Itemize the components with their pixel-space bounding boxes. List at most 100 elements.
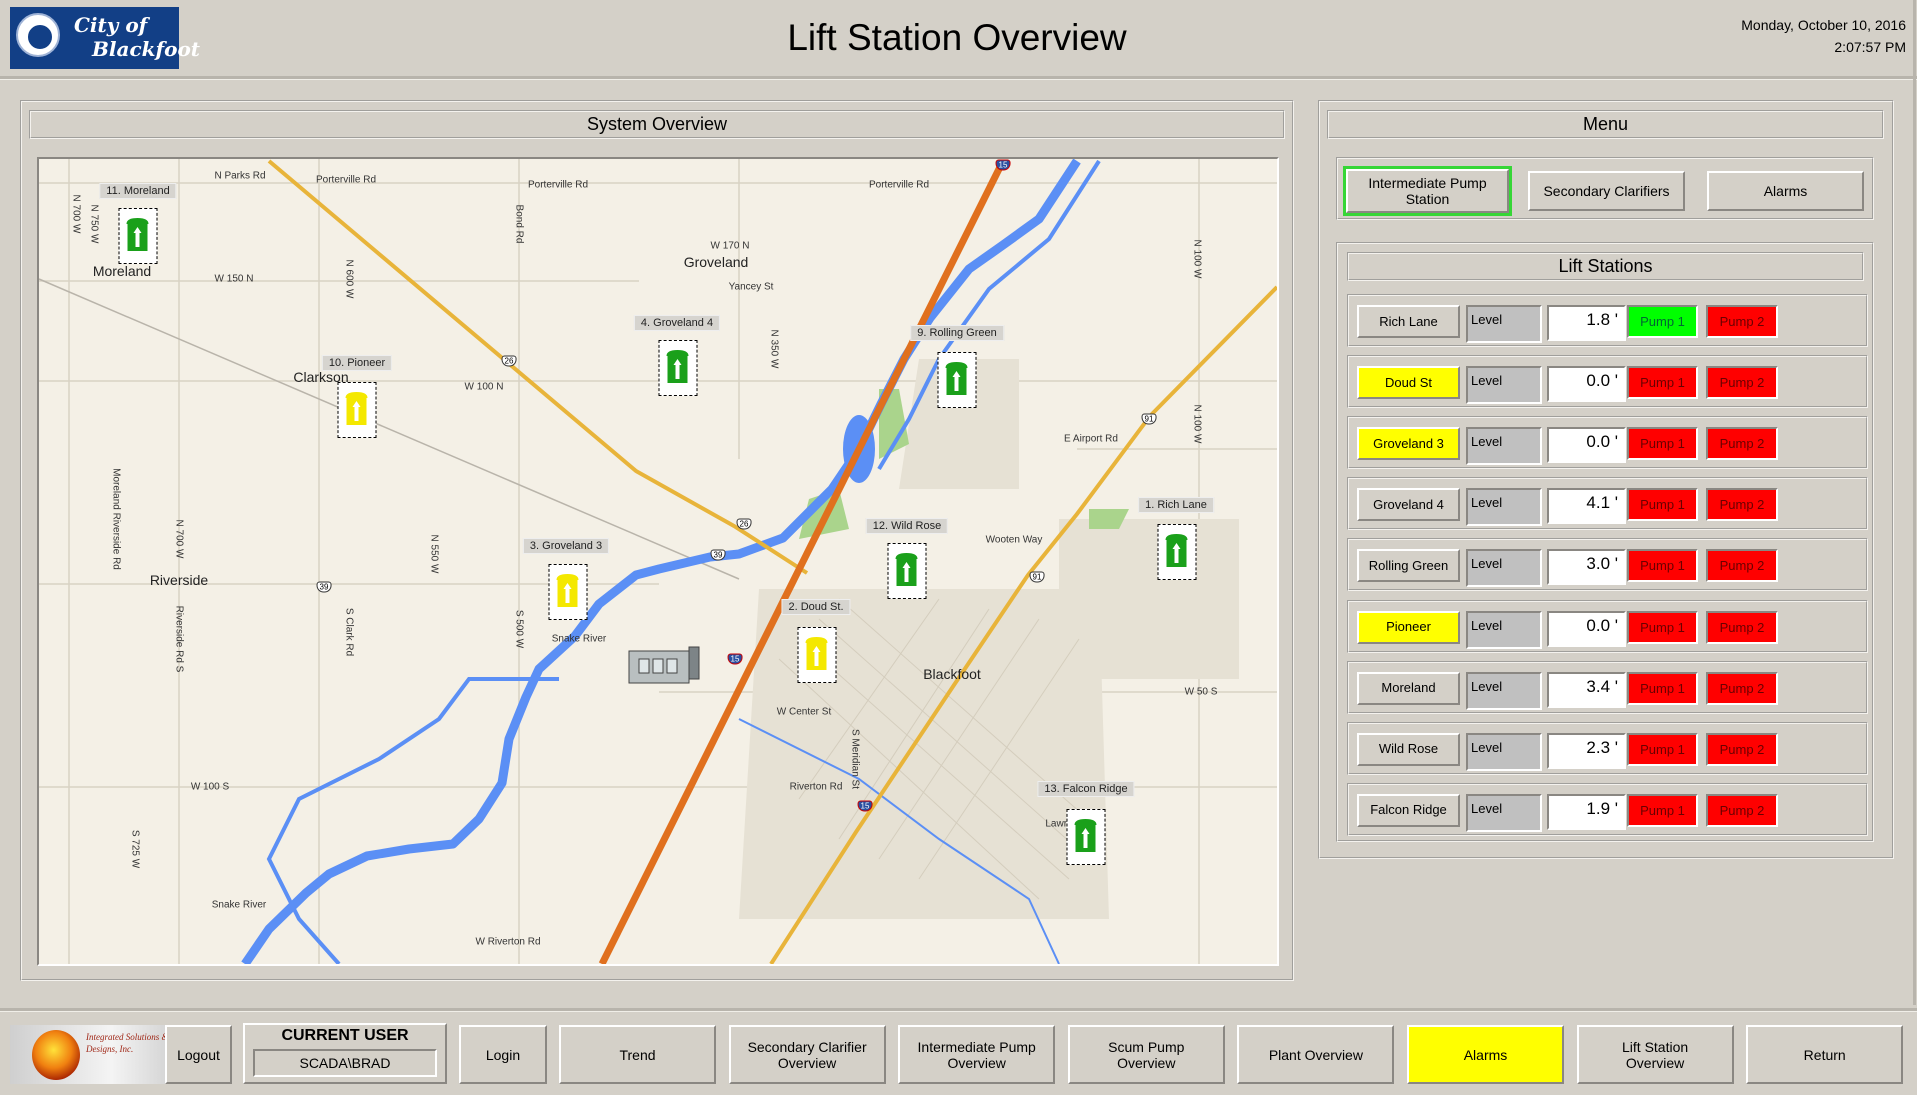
level-label: Level (1466, 366, 1542, 405)
level-label: Level (1466, 732, 1542, 771)
map-road-label: N 100 W (1191, 239, 1203, 279)
level-label: Level (1466, 427, 1542, 466)
level-value: 1.8 ' (1547, 305, 1626, 341)
pump-2-indicator: Pump 2 (1706, 610, 1778, 644)
map-place-label: Groveland (683, 254, 749, 270)
station-label: 13. Falcon Ridge (1037, 781, 1135, 797)
level-value: 0.0 ' (1547, 427, 1626, 464)
station-name-button[interactable]: Falcon Ridge (1357, 793, 1460, 827)
map-road-label: S Meridian St (849, 728, 861, 790)
pump-1-indicator: Pump 1 (1627, 671, 1698, 705)
lift-station-row: Groveland 4 Level 4.1 ' Pump 1 Pump 2 (1347, 477, 1868, 531)
lift-station-icon[interactable] (658, 340, 698, 396)
level-label: Level (1466, 610, 1542, 649)
level-label: Level (1466, 671, 1542, 710)
company-sphere-icon (32, 1030, 80, 1080)
lift-station-row: Moreland Level 3.4 ' Pump 1 Pump 2 (1347, 660, 1868, 714)
level-value: 4.1 ' (1547, 488, 1626, 525)
footer-nav-button[interactable]: Plant Overview (1237, 1025, 1395, 1084)
login-button[interactable]: Login (459, 1025, 547, 1084)
footer-nav-button[interactable]: Lift Station Overview (1576, 1025, 1734, 1084)
map-road-label: W 170 N (710, 240, 750, 252)
lift-station-icon[interactable] (548, 564, 588, 620)
station-label: 11. Moreland (99, 183, 177, 199)
map-road-label: Snake River (211, 899, 267, 911)
station-name-button[interactable]: Rich Lane (1357, 305, 1460, 338)
footer-nav-button[interactable]: Return (1746, 1025, 1904, 1084)
map-road-label: E Airport Rd (1064, 433, 1118, 445)
map-road-label: N 550 W (428, 534, 440, 574)
station-name-button[interactable]: Wild Rose (1357, 732, 1460, 766)
page-title: Lift Station Overview (787, 17, 1127, 58)
level-label: Level (1466, 488, 1542, 527)
map-road-label: N 350 W (768, 329, 780, 369)
map-road-label: W 150 N (214, 273, 254, 285)
logout-button[interactable]: Logout (165, 1025, 232, 1084)
pump-2-indicator: Pump 2 (1706, 793, 1778, 827)
map-road-label: N 700 W (173, 519, 185, 559)
map-road-label: W 100 N (464, 381, 504, 393)
intermediate-pump-station-button[interactable]: Intermediate Pump Station (1346, 169, 1509, 213)
station-label: 10. Pioneer (321, 355, 393, 371)
station-name-button[interactable]: Moreland (1357, 671, 1460, 705)
wastewater-plant-building-icon (628, 646, 700, 684)
station-name-button[interactable]: Groveland 3 (1357, 427, 1460, 461)
right-edge (1913, 0, 1916, 1005)
map-road-label: W Riverton Rd (475, 936, 541, 948)
map-road-label: N 750 W (88, 204, 100, 244)
map-road-label: W 50 S (1184, 686, 1218, 698)
secondary-clarifiers-button[interactable]: Secondary Clarifiers (1528, 171, 1685, 211)
lift-station-icon[interactable] (337, 382, 377, 438)
station-name-button[interactable]: Rolling Green (1357, 549, 1460, 583)
pump-1-indicator: Pump 1 (1627, 488, 1698, 522)
level-value: 3.0 ' (1547, 549, 1626, 586)
pump-2-indicator: Pump 2 (1706, 732, 1778, 766)
alarms-menu-button[interactable]: Alarms (1707, 171, 1864, 211)
map-road-label: Yancey St (728, 281, 774, 293)
city-seal-icon (16, 13, 60, 57)
city-logo: City of Blackfoot (10, 7, 200, 69)
station-name-button[interactable]: Pioneer (1357, 610, 1460, 644)
footer-nav-button[interactable]: Trend (559, 1025, 716, 1084)
lift-station-row: Falcon Ridge Level 1.9 ' Pump 1 Pump 2 (1347, 782, 1868, 836)
level-value: 2.3 ' (1547, 732, 1626, 769)
level-label: Level (1466, 305, 1542, 343)
lift-station-icon[interactable] (797, 627, 837, 683)
map-road-label: Porterville Rd (527, 179, 589, 191)
lift-station-icon[interactable] (1066, 809, 1106, 865)
map-road-label: W Center St (776, 706, 832, 718)
pump-2-indicator: Pump 2 (1706, 305, 1778, 338)
current-user-value: SCADA\BRAD (253, 1049, 437, 1077)
map-road-label: Riverton Rd (789, 781, 843, 793)
footer-nav-button[interactable]: Secondary Clarifier Overview (728, 1025, 886, 1084)
map-road-label: Wooten Way (985, 534, 1043, 546)
footer-nav-button[interactable]: Scum Pump Overview (1067, 1025, 1225, 1084)
header-divider (0, 76, 1917, 80)
pump-2-indicator: Pump 2 (1706, 671, 1778, 705)
station-label: 4. Groveland 4 (633, 315, 721, 331)
level-label: Level (1466, 793, 1542, 832)
map-road-label: Riverside Rd S (173, 605, 185, 673)
footer-nav-button[interactable]: Intermediate Pump Overview (898, 1025, 1056, 1084)
map-place-label: Riverside (149, 572, 209, 588)
lift-station-icon[interactable] (887, 543, 927, 599)
map-road-label: Porterville Rd (315, 174, 377, 186)
level-value: 3.4 ' (1547, 671, 1626, 708)
footer-nav-button[interactable]: Alarms (1407, 1025, 1564, 1084)
map-road-label: S 725 W (129, 829, 141, 869)
system-map[interactable]: Moreland Groveland Clarkson Riverside Blackf… (37, 157, 1279, 966)
map-road-label: N 700 W (70, 194, 82, 234)
map-road-label: Moreland Riverside Rd (110, 468, 122, 570)
pump-1-indicator: Pump 1 (1627, 366, 1698, 400)
station-name-button[interactable]: Groveland 4 (1357, 488, 1460, 522)
lift-station-icon[interactable] (937, 352, 977, 408)
map-place-label: Blackfoot (923, 666, 981, 682)
map-place-label: Moreland (92, 263, 152, 279)
current-user-panel: CURRENT USER SCADA\BRAD (243, 1023, 447, 1084)
lift-station-icon[interactable] (1157, 524, 1197, 580)
system-overview-title: System Overview (29, 110, 1285, 139)
map-road-label: N 600 W (343, 259, 355, 299)
map-road-label: N Parks Rd (214, 170, 266, 182)
station-name-button[interactable]: Doud St (1357, 366, 1460, 400)
lift-station-icon[interactable] (118, 208, 158, 264)
